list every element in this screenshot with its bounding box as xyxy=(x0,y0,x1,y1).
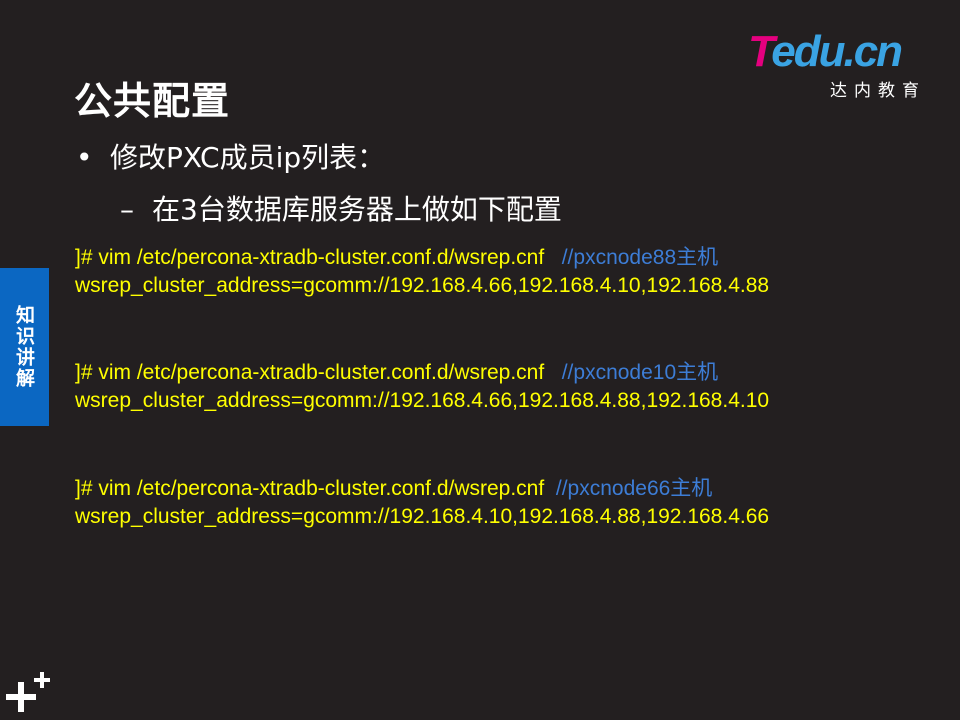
config-line: wsrep_cluster_address=gcomm://192.168.4.… xyxy=(75,505,770,528)
command-line: ]# vim /etc/percona-xtradb-cluster.conf.… xyxy=(75,244,769,272)
code-block-pxcnode10: ]# vim /etc/percona-xtradb-cluster.conf.… xyxy=(75,359,769,415)
side-tab-label: 知识讲解 xyxy=(13,305,35,389)
bullet-level-2: – 在3台数据库服务器上做如下配置 xyxy=(120,188,562,228)
logo-t: T xyxy=(748,27,773,76)
sub-bullet-text: 在3台数据库服务器上做如下配置 xyxy=(152,193,562,226)
command-text: ]# vim /etc/percona-xtradb-cluster.conf.… xyxy=(75,361,545,384)
command-line: ]# vim /etc/percona-xtradb-cluster.conf.… xyxy=(75,475,769,503)
comment-text: //pxcnode10主机 xyxy=(561,361,719,384)
config-line: wsrep_cluster_address=gcomm://192.168.4.… xyxy=(75,389,770,412)
comment-text: //pxcnode88主机 xyxy=(561,246,719,269)
bullet-level-1: • 修改PXC成员ip列表： xyxy=(76,136,385,176)
logo-subtitle: 达内教育 xyxy=(830,81,926,101)
command-line: ]# vim /etc/percona-xtradb-cluster.conf.… xyxy=(75,359,769,387)
comment-text: //pxcnode66主机 xyxy=(555,477,713,500)
slide-title: 公共配置 xyxy=(74,79,231,123)
bullet-marker: • xyxy=(76,141,93,174)
command-text: ]# vim /etc/percona-xtradb-cluster.conf.… xyxy=(75,477,545,500)
command-text: ]# vim /etc/percona-xtradb-cluster.conf.… xyxy=(75,246,545,269)
knowledge-explanation-tab: 知识讲解 xyxy=(0,268,49,426)
plus-plus-icon xyxy=(6,672,50,712)
code-block-pxcnode88: ]# vim /etc/percona-xtradb-cluster.conf.… xyxy=(75,244,769,300)
logo-edu-cn: edu.cn xyxy=(771,27,903,76)
bullet-text: 修改PXC成员ip列表： xyxy=(110,141,386,174)
tedu-logo: Tedu.cn 达内教育 xyxy=(748,26,938,102)
sub-bullet-marker: – xyxy=(120,193,134,226)
slide: 公共配置 Tedu.cn 达内教育 • 修改PXC成员ip列表： – 在3台数据库服… xyxy=(0,0,960,720)
code-block-pxcnode66: ]# vim /etc/percona-xtradb-cluster.conf.… xyxy=(75,475,769,531)
logo-wordmark: Tedu.cn xyxy=(748,26,903,78)
config-line: wsrep_cluster_address=gcomm://192.168.4.… xyxy=(75,274,770,297)
